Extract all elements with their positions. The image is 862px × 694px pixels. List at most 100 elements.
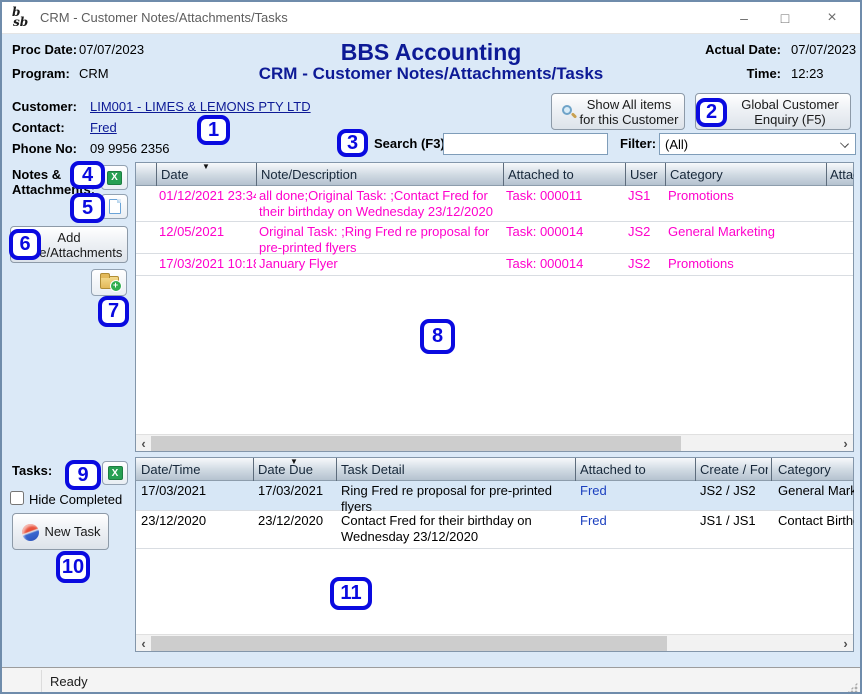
statusbar: Ready bbox=[2, 667, 860, 694]
callout-6: 6 bbox=[9, 229, 41, 260]
phone-label: Phone No: bbox=[12, 141, 77, 156]
notes-export-excel-button[interactable] bbox=[101, 165, 128, 190]
tasks-col-category[interactable]: Category bbox=[778, 458, 852, 481]
hide-completed-checkbox[interactable] bbox=[10, 491, 24, 505]
table-row[interactable]: 17/03/2021 17/03/2021 Ring Fred re propo… bbox=[136, 481, 853, 511]
notes-scroll-thumb[interactable] bbox=[151, 436, 681, 451]
note-date: 01/12/2021 23:34 bbox=[159, 188, 256, 204]
window-title: CRM - Customer Notes/Attachments/Tasks bbox=[40, 10, 288, 25]
tasks-export-excel-button[interactable] bbox=[102, 461, 128, 485]
close-button[interactable]: × bbox=[807, 2, 857, 33]
show-all-items-button[interactable]: Show All items for this Customer bbox=[551, 93, 685, 130]
add-attachment-folder-button[interactable] bbox=[91, 269, 127, 296]
time-value: 12:23 bbox=[791, 66, 824, 81]
table-row[interactable]: 01/12/2021 23:34 all done;Original Task:… bbox=[136, 186, 853, 222]
scroll-left-icon[interactable]: ‹ bbox=[136, 435, 151, 452]
tasks-col-datetime[interactable]: Date/Time bbox=[141, 458, 249, 481]
callout-5: 5 bbox=[70, 193, 105, 223]
callout-11: 11 bbox=[330, 577, 372, 610]
table-row[interactable]: 12/05/2021 Original Task: ;Ring Fred re … bbox=[136, 222, 853, 254]
notes-table: ▼ Date Note/Description Attached to User… bbox=[135, 162, 854, 452]
search-input[interactable] bbox=[443, 133, 608, 155]
titlebar: bbsbsb CRM - Customer Notes/Attachments/… bbox=[2, 2, 860, 34]
excel-icon bbox=[108, 466, 123, 480]
note-user: JS2 bbox=[628, 224, 664, 240]
tasks-col-detail[interactable]: Task Detail bbox=[341, 458, 571, 481]
new-task-label: New Task bbox=[44, 524, 100, 539]
app-logo-icon: bbsbsb bbox=[12, 7, 34, 29]
new-note-button[interactable] bbox=[101, 194, 128, 219]
folder-add-icon bbox=[100, 276, 119, 289]
note-category: Promotions bbox=[668, 188, 823, 204]
contact-label: Contact: bbox=[12, 120, 65, 135]
tasks-scroll-thumb[interactable] bbox=[151, 636, 667, 651]
resize-grip-icon[interactable] bbox=[846, 682, 858, 694]
tasks-horizontal-scrollbar[interactable]: ‹ › bbox=[136, 634, 853, 651]
note-description: Original Task: ;Ring Fred re proposal fo… bbox=[259, 224, 501, 256]
scroll-left-icon[interactable]: ‹ bbox=[136, 635, 151, 652]
scroll-right-icon[interactable]: › bbox=[838, 635, 853, 652]
customer-link[interactable]: LIM001 - LIMES & LEMONS PTY LTD bbox=[90, 99, 311, 114]
tasks-table-header: ▼ Date/Time Date Due Task Detail Attache… bbox=[136, 458, 853, 481]
table-row[interactable]: 17/03/2021 10:18 January Flyer Task: 000… bbox=[136, 254, 853, 276]
minimize-button[interactable]: – bbox=[722, 2, 766, 33]
time-label: Time: bbox=[682, 66, 781, 81]
task-create-for: JS1 / JS1 bbox=[700, 513, 770, 529]
hide-completed-label: Hide Completed bbox=[29, 492, 122, 507]
tasks-table: ▼ Date/Time Date Due Task Detail Attache… bbox=[135, 457, 854, 652]
new-task-button[interactable]: New Task bbox=[12, 513, 109, 550]
maximize-icon: □ bbox=[781, 10, 789, 26]
note-attached-to: Task: 000014 bbox=[506, 224, 621, 240]
tasks-col-createfor[interactable]: Create / For bbox=[700, 458, 768, 481]
notes-col-user[interactable]: User bbox=[630, 163, 662, 186]
app-window: bbsbsb CRM - Customer Notes/Attachments/… bbox=[0, 0, 862, 694]
filter-select[interactable]: (All) bbox=[659, 133, 856, 155]
table-row[interactable]: 23/12/2020 23/12/2020 Contact Fred for t… bbox=[136, 511, 853, 549]
callout-10: 10 bbox=[56, 551, 90, 583]
notes-table-header: ▼ Date Note/Description Attached to User… bbox=[136, 163, 853, 186]
task-detail: Contact Fred for their birthday on Wedne… bbox=[341, 513, 573, 545]
tasks-col-attached[interactable]: Attached to bbox=[580, 458, 690, 481]
note-description: all done;Original Task: ;Contact Fred fo… bbox=[259, 188, 501, 220]
task-due: 17/03/2021 bbox=[258, 483, 332, 499]
contact-link[interactable]: Fred bbox=[90, 120, 117, 135]
task-datetime: 17/03/2021 bbox=[141, 483, 249, 499]
note-attached-to: Task: 000011 bbox=[506, 188, 621, 204]
notes-horizontal-scrollbar[interactable]: ‹ › bbox=[136, 434, 853, 451]
search-icon bbox=[562, 105, 577, 120]
new-document-icon bbox=[109, 199, 121, 214]
note-category: Promotions bbox=[668, 256, 823, 272]
global-enquiry-label: Global Customer Enquiry (F5) bbox=[735, 97, 845, 127]
notes-col-note[interactable]: Note/Description bbox=[261, 163, 499, 186]
filter-value: (All) bbox=[665, 137, 688, 152]
scroll-right-icon[interactable]: › bbox=[838, 435, 853, 452]
task-sphere-icon bbox=[22, 524, 39, 541]
task-category: General Marketing bbox=[778, 483, 854, 499]
callout-7: 7 bbox=[98, 296, 129, 327]
callout-8: 8 bbox=[420, 319, 455, 354]
status-text: Ready bbox=[50, 674, 88, 689]
statusbar-left-panel bbox=[4, 670, 42, 694]
notes-col-attach[interactable]: Attach bbox=[830, 163, 854, 186]
maximize-button[interactable]: □ bbox=[763, 2, 807, 33]
actual-date-label: Actual Date: bbox=[682, 42, 781, 57]
notes-col-date[interactable]: Date bbox=[161, 163, 253, 186]
chevron-down-icon bbox=[840, 139, 849, 148]
note-user: JS1 bbox=[628, 188, 664, 204]
callout-1: 1 bbox=[197, 115, 230, 145]
task-attached-to: Fred bbox=[580, 513, 690, 529]
note-category: General Marketing bbox=[668, 224, 823, 240]
task-datetime: 23/12/2020 bbox=[141, 513, 249, 529]
tasks-col-datedue[interactable]: Date Due bbox=[258, 458, 332, 481]
callout-4: 4 bbox=[70, 161, 105, 189]
notes-col-category[interactable]: Category bbox=[670, 163, 822, 186]
show-all-items-label: Show All items for this Customer bbox=[579, 97, 679, 127]
callout-9: 9 bbox=[65, 460, 101, 490]
task-create-for: JS2 / JS2 bbox=[700, 483, 770, 499]
notes-col-attached[interactable]: Attached to bbox=[508, 163, 620, 186]
note-attached-to: Task: 000014 bbox=[506, 256, 621, 272]
search-label: Search (F3): bbox=[374, 136, 449, 151]
note-user: JS2 bbox=[628, 256, 664, 272]
actual-date-value: 07/07/2023 bbox=[791, 42, 856, 57]
task-attached-to: Fred bbox=[580, 483, 690, 499]
